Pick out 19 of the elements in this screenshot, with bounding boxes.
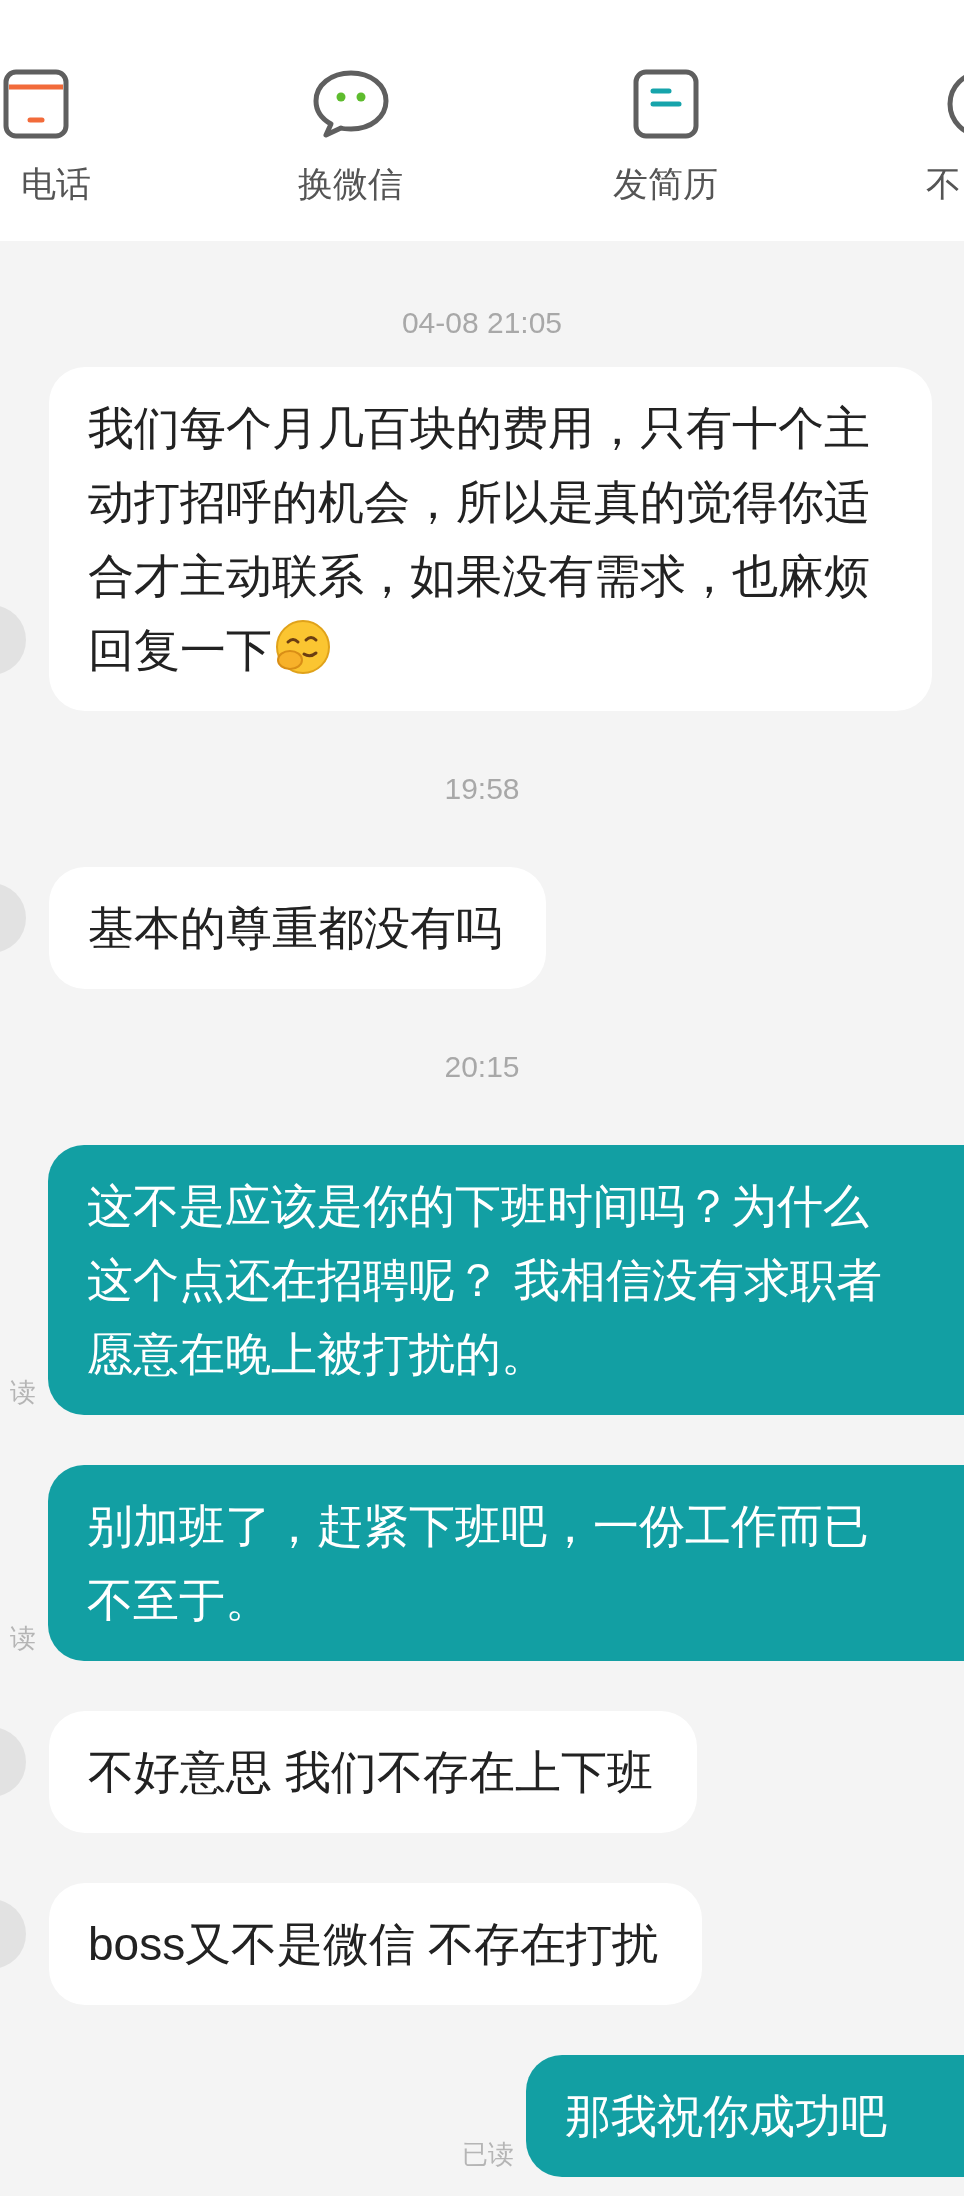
message-text: 那我祝你成功吧 — [565, 2089, 887, 2144]
timestamp: 04-08 21:05 — [401, 305, 563, 341]
message-text: 别加班了，赶紧下班吧，一份工作而已不至于。 — [87, 1499, 870, 1628]
read-status: 读 — [10, 1622, 36, 1655]
message-text: 不好意思 我们不存在上下班 — [88, 1746, 653, 1798]
read-status: 读 — [10, 1376, 36, 1409]
message-text: 我们每个月几百块的费用，只有十个主动打招呼的机会，所以是真的觉得你适合才主动联系，如果没有需求，也麻烦回复一下 — [88, 402, 870, 676]
action-button[interactable]: 换微信 — [193, 68, 508, 206]
timestamp: 20:15 — [444, 1049, 520, 1085]
action-button[interactable]: 不 — [823, 68, 964, 206]
message-text: boss又不是微信 不存在打扰 — [88, 1918, 658, 1970]
timestamp: 19:58 — [444, 771, 520, 807]
read-status: 已读 — [462, 2138, 514, 2171]
card-icon — [2, 69, 69, 139]
document-icon — [632, 69, 699, 139]
message-text: 这不是应该是你的下班时间吗？为什么这个点还在招聘呢？ 我相信没有求职者愿意在晚上被打扰的。 — [87, 1179, 883, 1382]
action-button[interactable]: 发简历 — [508, 68, 823, 206]
message-text: 基本的尊重都没有吗 — [88, 902, 502, 954]
action-button[interactable]: 电话 — [0, 68, 193, 206]
